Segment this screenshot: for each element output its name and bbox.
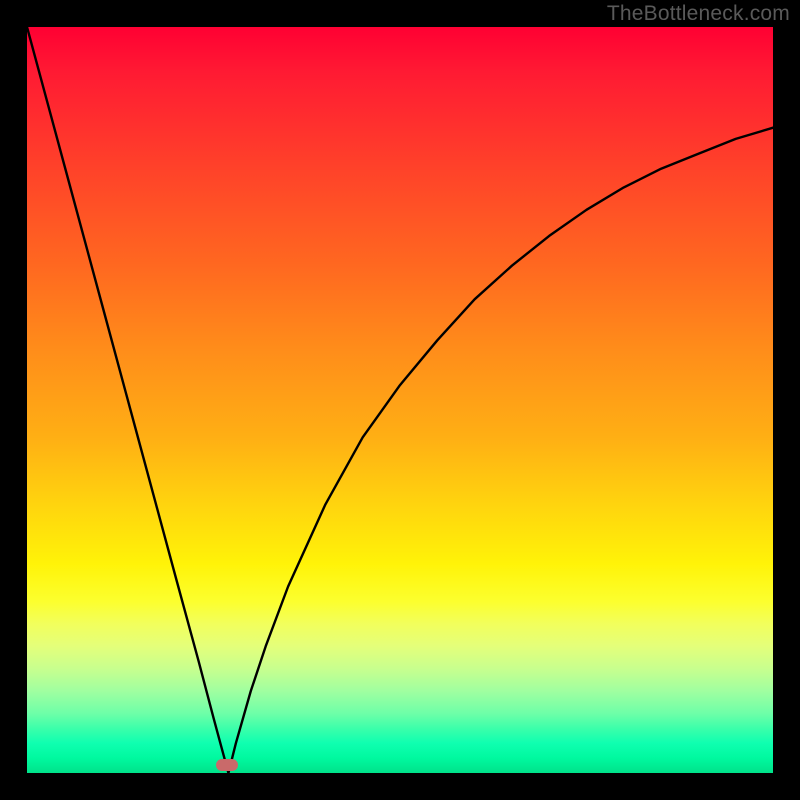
bottleneck-curve [27, 27, 773, 773]
plot-area [27, 27, 773, 773]
chart-frame: TheBottleneck.com [0, 0, 800, 800]
curve-path [27, 27, 773, 773]
watermark-text: TheBottleneck.com [607, 2, 790, 26]
optimal-marker [216, 759, 238, 771]
